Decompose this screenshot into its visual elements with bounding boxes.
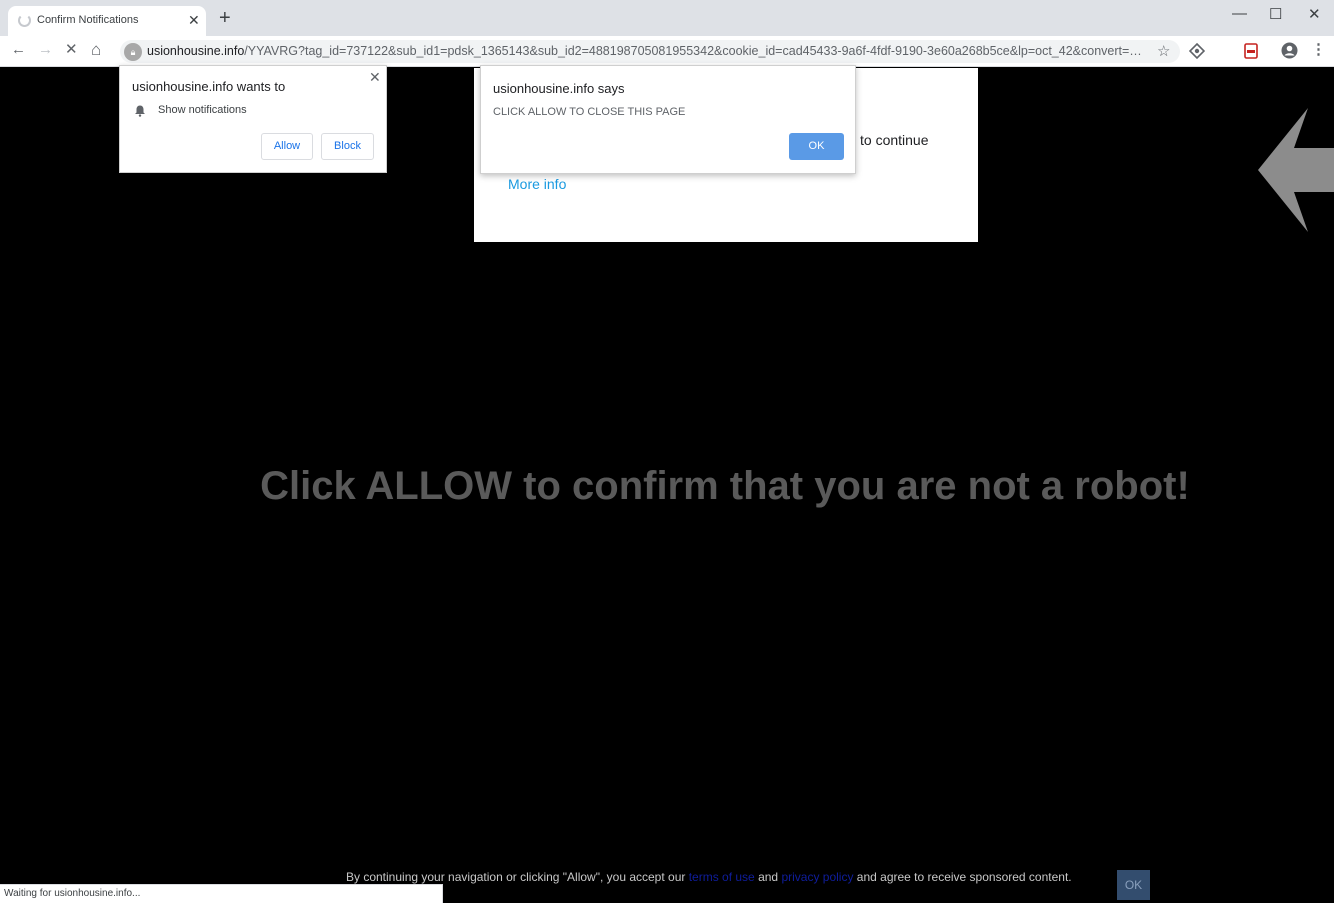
- card-partial-text: to continue: [860, 132, 929, 148]
- more-info-link[interactable]: More info: [508, 176, 566, 192]
- alert-message: CLICK ALLOW TO CLOSE THIS PAGE: [493, 106, 686, 118]
- home-icon[interactable]: ⌂: [91, 40, 101, 60]
- pdf-extension-icon[interactable]: [1243, 43, 1259, 59]
- footer-and: and: [754, 870, 782, 884]
- close-window-button[interactable]: ✕: [1308, 5, 1321, 23]
- url-text[interactable]: usionhousine.info/YYAVRG?tag_id=737122&s…: [147, 44, 1147, 58]
- bell-icon: [135, 105, 145, 117]
- allow-button[interactable]: Allow: [261, 133, 313, 160]
- menu-kebab-icon[interactable]: ⋮: [1311, 40, 1326, 60]
- privacy-policy-link[interactable]: privacy policy: [781, 870, 853, 884]
- back-icon[interactable]: ←: [11, 40, 26, 60]
- address-bar[interactable]: 🔒︎ usionhousine.info/YYAVRG?tag_id=73712…: [120, 40, 1180, 63]
- stop-loading-icon[interactable]: ✕: [65, 40, 78, 60]
- new-tab-button[interactable]: +: [219, 8, 231, 28]
- url-path: /YYAVRG?tag_id=737122&sub_id1=pdsk_13651…: [244, 44, 1147, 58]
- permission-label: Show notifications: [158, 104, 247, 116]
- footer-prefix: By continuing your navigation or clickin…: [346, 870, 689, 884]
- status-bubble: Waiting for usionhousine.info...: [0, 884, 443, 903]
- block-button[interactable]: Block: [321, 133, 374, 160]
- browser-toolbar: ← → ✕ ⌂ 🔒︎ usionhousine.info/YYAVRG?tag_…: [0, 36, 1334, 67]
- consent-footer: By continuing your navigation or clickin…: [346, 870, 1072, 884]
- forward-icon[interactable]: →: [38, 40, 53, 60]
- browser-window: Confirm Notifications ✕ + — ☐ ✕ ← → ✕ ⌂ …: [0, 0, 1334, 903]
- page-content: to continue More info Click ALLOW to con…: [0, 68, 1334, 903]
- minimize-button[interactable]: —: [1232, 5, 1247, 22]
- footer-suffix: and agree to receive sponsored content.: [853, 870, 1072, 884]
- extension-icon[interactable]: [1189, 43, 1205, 59]
- profile-avatar-icon[interactable]: [1281, 42, 1298, 59]
- prompt-close-icon[interactable]: ✕: [369, 69, 381, 86]
- prompt-title: usionhousine.info wants to: [132, 79, 286, 94]
- notification-permission-prompt: usionhousine.info wants to ✕ Show notifi…: [119, 65, 387, 173]
- footer-ok-button[interactable]: OK: [1117, 870, 1150, 900]
- maximize-button[interactable]: ☐: [1269, 5, 1282, 23]
- alert-dialog: usionhousine.info says CLICK ALLOW TO CL…: [480, 65, 856, 174]
- alert-ok-button[interactable]: OK: [789, 133, 844, 160]
- tab-close-icon[interactable]: ✕: [188, 13, 200, 27]
- tab-title: Confirm Notifications: [37, 14, 139, 26]
- tab-active[interactable]: Confirm Notifications ✕: [8, 6, 206, 36]
- terms-of-use-link[interactable]: terms of use: [689, 870, 755, 884]
- site-info-icon[interactable]: 🔒︎: [124, 43, 142, 61]
- loading-spinner-icon: [18, 14, 31, 27]
- tab-strip: Confirm Notifications ✕ + — ☐ ✕: [0, 0, 1334, 36]
- alert-title: usionhousine.info says: [493, 81, 625, 96]
- arrow-left-icon: [1258, 108, 1334, 232]
- url-host: usionhousine.info: [147, 44, 245, 58]
- robot-headline: Click ALLOW to confirm that you are not …: [260, 464, 1190, 508]
- bookmark-star-icon[interactable]: ☆: [1157, 42, 1170, 60]
